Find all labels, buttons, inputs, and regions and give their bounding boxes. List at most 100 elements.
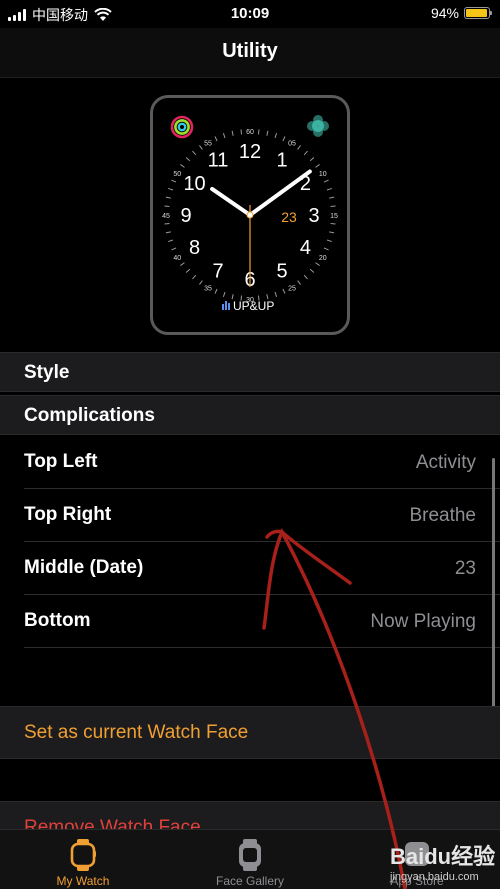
minute-label: 55 (204, 140, 212, 147)
battery-percent: 94% (430, 5, 459, 21)
watermark-logo: Baidu经验 (390, 844, 496, 869)
face-gallery-icon (239, 839, 261, 871)
dial-tick (330, 205, 336, 208)
watch-face-preview[interactable]: 60 05 10 15 20 25 30 35 40 45 50 55 12 1 2 3 4 5 6 7 8 9 10 11… (150, 95, 350, 335)
dial-tick (164, 222, 170, 225)
complication-value: 23 (454, 558, 476, 579)
date-complication: 23 (281, 209, 297, 225)
minute-label: 20 (319, 255, 327, 262)
dial-tick (214, 288, 218, 294)
complication-row-middle-date[interactable]: Middle (Date) 23 (0, 542, 500, 595)
dial-tick (180, 164, 185, 168)
complication-value: Activity (415, 452, 476, 473)
baidu-watermark: Baidu经验 jingyan.baidu.com (390, 835, 498, 887)
scroll-indicator[interactable] (492, 458, 495, 723)
minute-label: 15 (330, 213, 338, 220)
dial-tick (192, 274, 197, 280)
dial-tick (315, 262, 320, 266)
dial-tick (330, 222, 336, 225)
complication-row-bottom[interactable]: Bottom Now Playing (0, 595, 500, 648)
style-label: Style (24, 362, 70, 383)
minute-label: 40 (173, 255, 181, 262)
hour-numeral: 3 (308, 205, 319, 227)
dial-tick (165, 231, 171, 234)
minute-label: 50 (173, 171, 181, 178)
dial-tick (231, 130, 234, 136)
dial-tick (326, 187, 332, 191)
hour-hand (210, 186, 252, 217)
dial-tick (297, 280, 301, 285)
dial-tick (171, 247, 177, 251)
dial-tick (185, 157, 191, 162)
complication-label: Middle (Date) (24, 557, 144, 578)
activity-complication-icon (170, 115, 194, 139)
minute-label: 10 (319, 171, 327, 178)
hour-numeral: 1 (276, 150, 287, 172)
dial-tick (274, 133, 278, 139)
hour-numeral: 9 (180, 205, 191, 227)
status-right: 94% (430, 5, 492, 21)
hour-numeral: 12 (239, 141, 261, 163)
dial-tick (222, 133, 226, 139)
breathe-complication-icon (307, 115, 329, 137)
set-current-face-label: Set as current Watch Face (24, 722, 249, 743)
page-title: Utility (222, 40, 278, 62)
dial-tick (315, 164, 320, 168)
complication-row-top-left[interactable]: Top Left Activity (0, 436, 500, 489)
complications-header: Complications (0, 395, 500, 435)
row-divider (24, 647, 500, 648)
minute-label: 60 (246, 129, 254, 136)
complication-label: Top Left (24, 451, 98, 472)
dial-tick (168, 187, 174, 191)
hour-numeral: 7 (212, 260, 223, 282)
dial-tick (297, 145, 301, 150)
dial-tick (192, 150, 197, 156)
hour-numeral: 5 (276, 260, 287, 282)
status-time: 10:09 (230, 5, 270, 22)
dial-tick (222, 291, 226, 297)
hand-hub (246, 211, 254, 219)
complication-value: Now Playing (370, 611, 476, 632)
dial-tick (303, 274, 308, 280)
hour-numeral: 8 (189, 237, 200, 259)
watch-hands (210, 169, 312, 287)
now-playing-text: UP&UP (233, 299, 274, 313)
minute-label: 35 (204, 286, 212, 293)
style-section[interactable]: Style (0, 352, 500, 392)
dial-tick (282, 136, 286, 142)
tab-face-gallery[interactable]: Face Gallery (167, 830, 333, 889)
dial-tick (329, 231, 335, 234)
now-playing-complication: UP&UP (222, 299, 274, 313)
dial-tick (214, 136, 218, 142)
hour-numeral: 4 (300, 237, 311, 259)
dial-tick (323, 247, 329, 251)
dial-tick (309, 157, 315, 162)
complication-label: Top Right (24, 504, 112, 525)
hour-numeral: 11 (208, 150, 229, 172)
dial-tick (185, 268, 191, 273)
battery-icon (464, 7, 492, 19)
dial-tick (165, 196, 171, 199)
tab-my-watch[interactable]: My Watch (0, 830, 166, 889)
complication-label: Bottom (24, 610, 91, 631)
dial-tick (199, 280, 203, 285)
dial-tick (164, 205, 170, 208)
dial-tick (303, 150, 308, 156)
dial-tick (274, 291, 278, 297)
dial-tick (168, 239, 174, 243)
minute-label: 25 (288, 286, 296, 293)
dial-tick (199, 145, 203, 150)
set-current-face-button[interactable]: Set as current Watch Face (0, 706, 500, 759)
watch-face-dial: 600510152025303540455055 12 1234567891011… (162, 115, 338, 313)
complication-row-top-right[interactable]: Top Right Breathe (0, 489, 500, 542)
dial-tick (257, 129, 260, 135)
dial-tick (326, 239, 332, 243)
watch-icon (70, 839, 96, 871)
dial-tick (323, 179, 329, 183)
status-bar: 中国移动 10:09 94% (0, 0, 500, 28)
battery-fill (466, 9, 487, 17)
dial-tick (282, 288, 286, 294)
minute-label: 05 (288, 140, 296, 147)
tab-label: Face Gallery (215, 874, 285, 888)
complications-label: Complications (24, 405, 155, 426)
